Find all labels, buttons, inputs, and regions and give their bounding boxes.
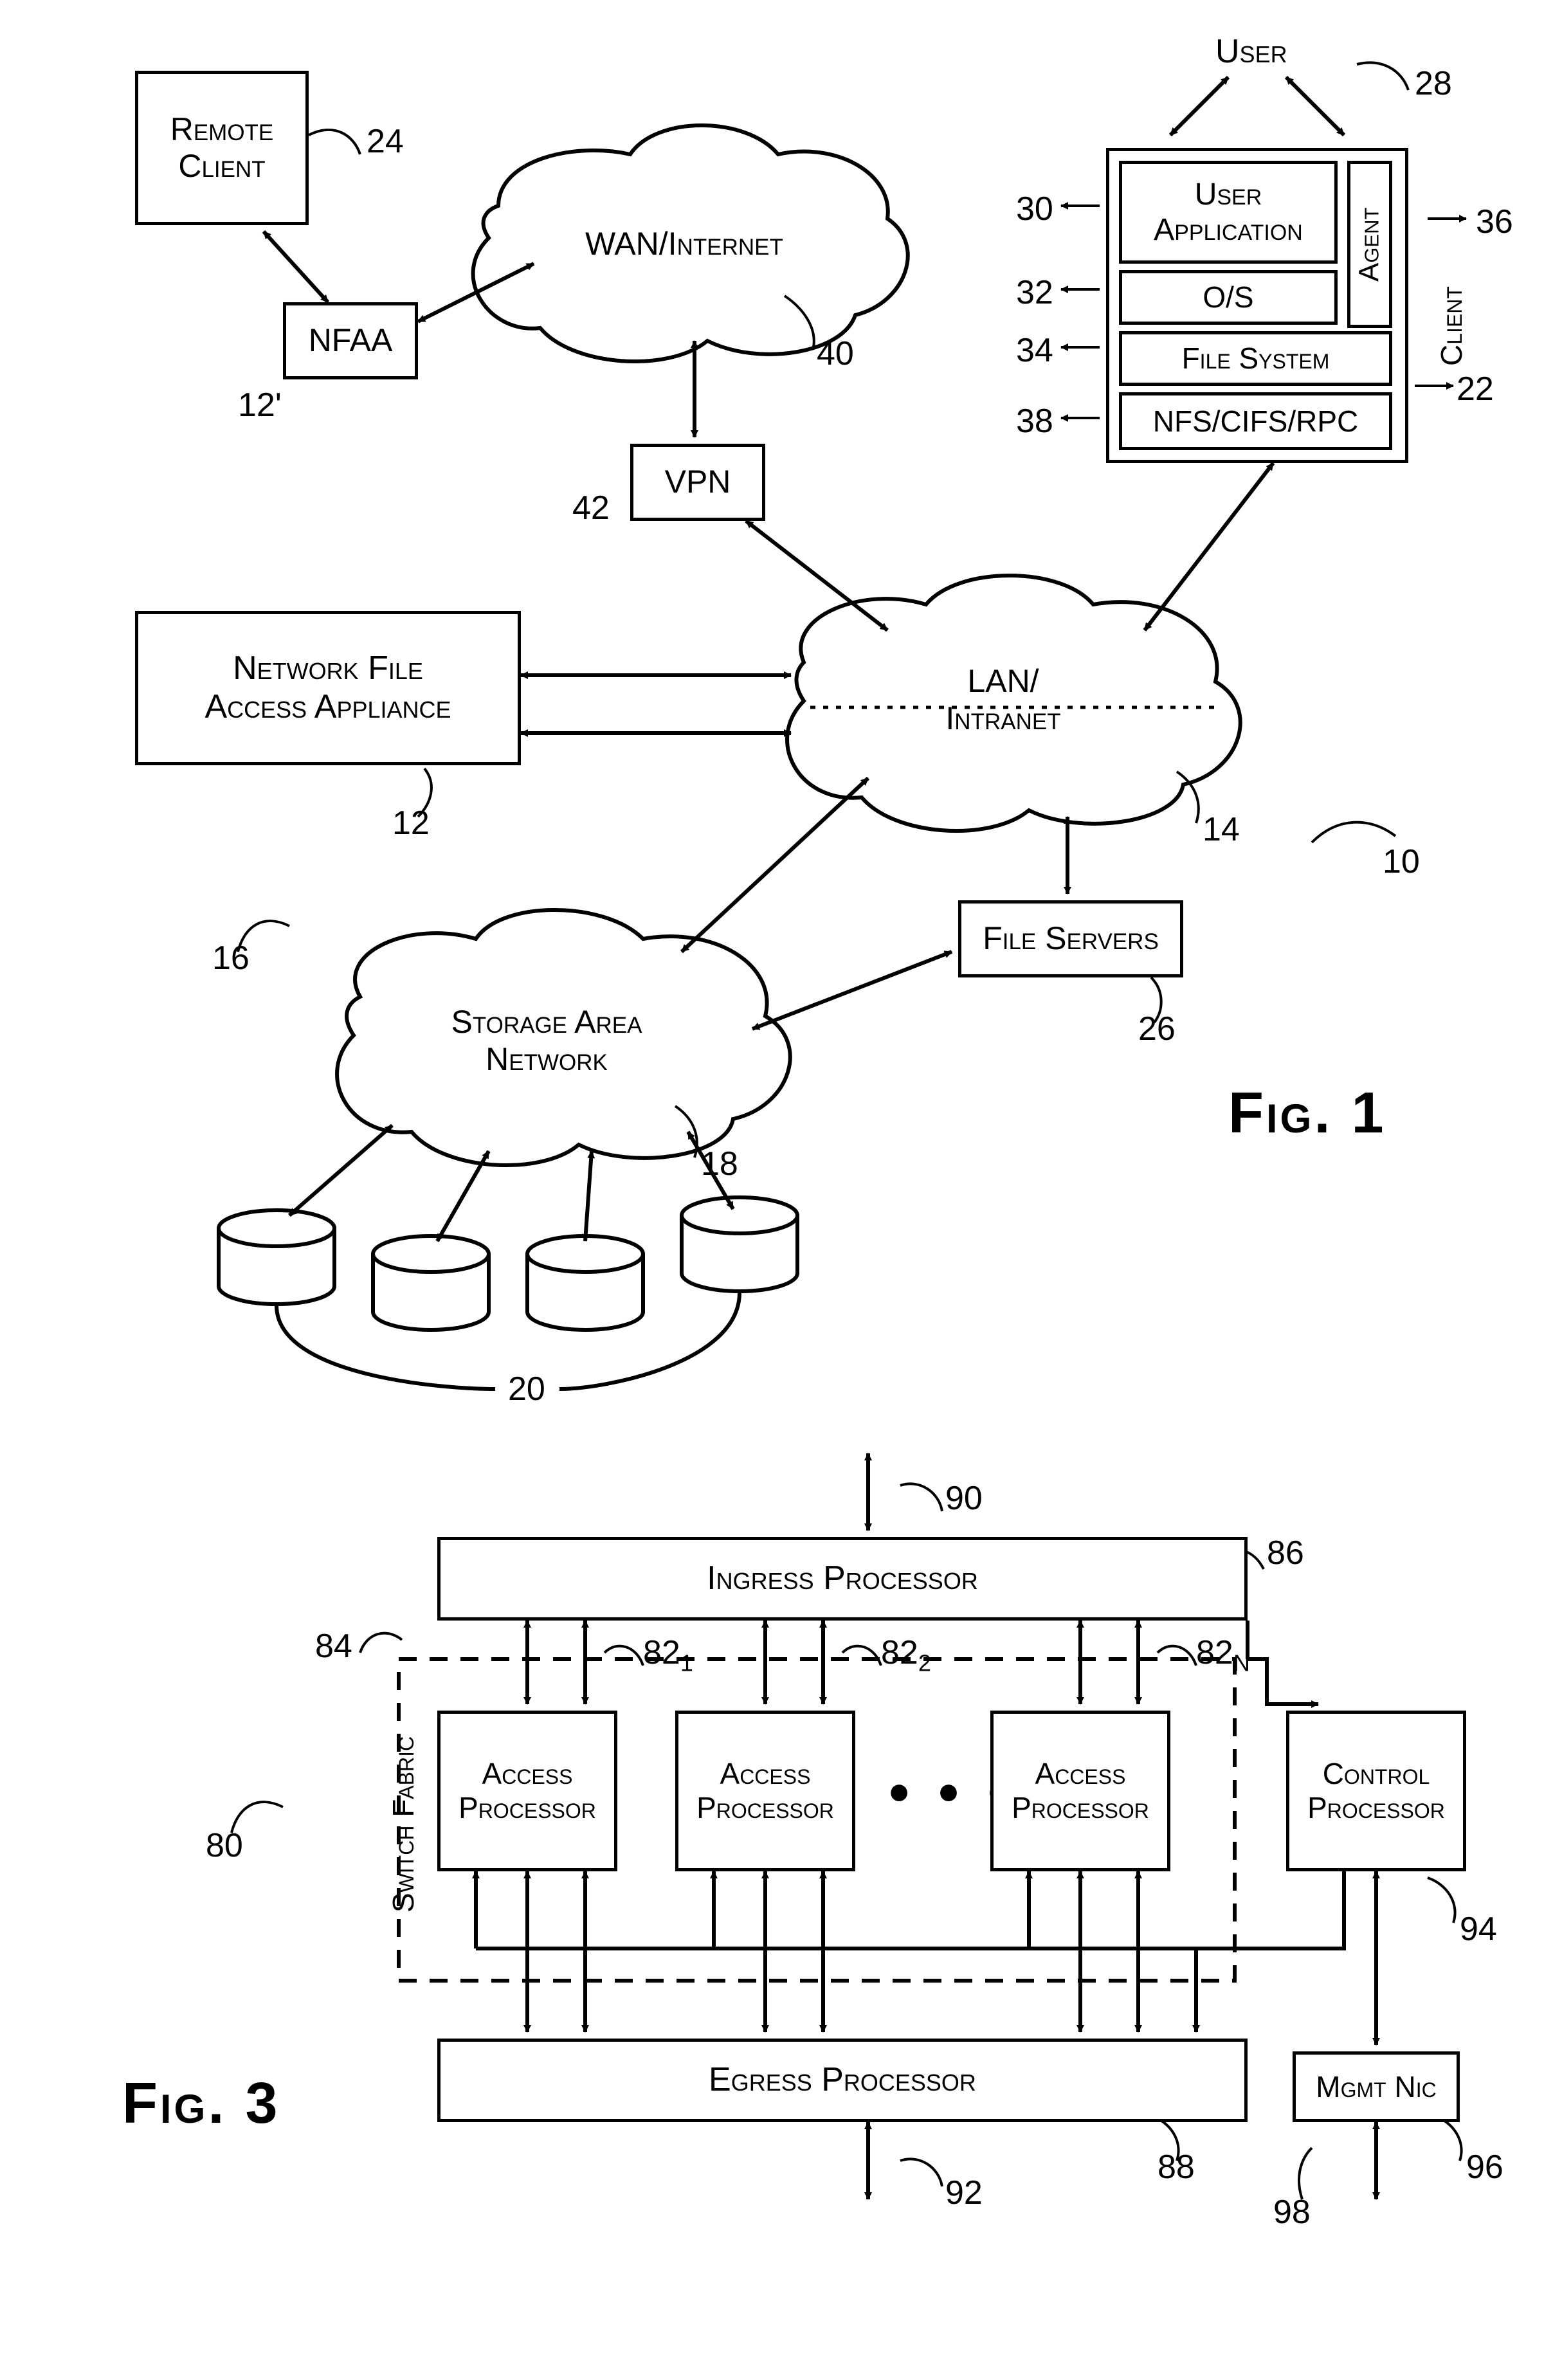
fs-box: File System — [1119, 331, 1392, 386]
nfs-box: NFS/CIFS/RPC — [1119, 392, 1392, 450]
ref-42: 42 — [572, 489, 610, 527]
ref-28: 28 — [1415, 64, 1452, 103]
ref-16: 16 — [212, 939, 250, 977]
ref-88: 88 — [1158, 2148, 1195, 2186]
san-label: Storage Area Network — [450, 1003, 643, 1078]
nfa-appliance-box: Network File Access Appliance — [135, 611, 521, 765]
ref-12: 12 — [392, 804, 430, 842]
ref-24: 24 — [367, 122, 404, 161]
access-box-2: Access Processor — [675, 1711, 855, 1871]
agent-text: Agent — [1354, 207, 1386, 281]
ref-821: 821 — [643, 1633, 693, 1676]
os-box: O/S — [1119, 270, 1338, 325]
ref-82n: 82N — [1196, 1633, 1250, 1676]
ref-34: 34 — [1016, 331, 1053, 370]
file-servers-box: File Servers — [958, 900, 1183, 977]
client-label: Client — [1434, 286, 1469, 366]
access-box-n: Access Processor — [990, 1711, 1170, 1871]
ref-10: 10 — [1383, 842, 1420, 881]
ref-40: 40 — [817, 334, 854, 373]
fig1-title: Fig. 1 — [1228, 1080, 1386, 1147]
ref-96: 96 — [1466, 2148, 1503, 2186]
ref-26: 26 — [1138, 1010, 1176, 1048]
remote-client-box: Remote Client — [135, 71, 309, 225]
ref-30: 30 — [1016, 190, 1053, 228]
mgmt-box: Mgmt Nic — [1293, 2051, 1460, 2122]
ref-14: 14 — [1203, 810, 1240, 849]
egress-box: Egress Processor — [437, 2039, 1248, 2122]
ref-94: 94 — [1460, 1910, 1497, 1949]
vpn-box: VPN — [630, 444, 765, 521]
agent-box: Agent — [1347, 161, 1392, 328]
lan-label: LAN/ Intranet — [907, 662, 1100, 737]
access-box-1: Access Processor — [437, 1711, 617, 1871]
nfaa-box: NFAA — [283, 302, 418, 379]
ref-98: 98 — [1273, 2193, 1311, 2231]
ref-18: 18 — [701, 1145, 738, 1183]
ref-80: 80 — [206, 1826, 243, 1865]
user-app-box: User Application — [1119, 161, 1338, 264]
ref-36: 36 — [1476, 203, 1513, 241]
ref-12p: 12' — [238, 386, 282, 424]
ref-20: 20 — [508, 1370, 545, 1408]
switch-fabric-label: Switch Fabric — [386, 1736, 421, 1912]
ref-22: 22 — [1457, 370, 1494, 408]
ref-86: 86 — [1267, 1534, 1304, 1572]
ref-84: 84 — [315, 1627, 352, 1666]
ingress-box: Ingress Processor — [437, 1537, 1248, 1621]
control-box: Control Processor — [1286, 1711, 1466, 1871]
wan-label: WAN/Internet — [585, 225, 778, 262]
user-label: User — [1215, 32, 1287, 71]
fig3-title: Fig. 3 — [122, 2071, 280, 2137]
ref-92: 92 — [945, 2174, 983, 2212]
ref-822: 822 — [881, 1633, 931, 1676]
ref-38: 38 — [1016, 402, 1053, 441]
ref-90: 90 — [945, 1479, 983, 1518]
ref-32: 32 — [1016, 273, 1053, 312]
